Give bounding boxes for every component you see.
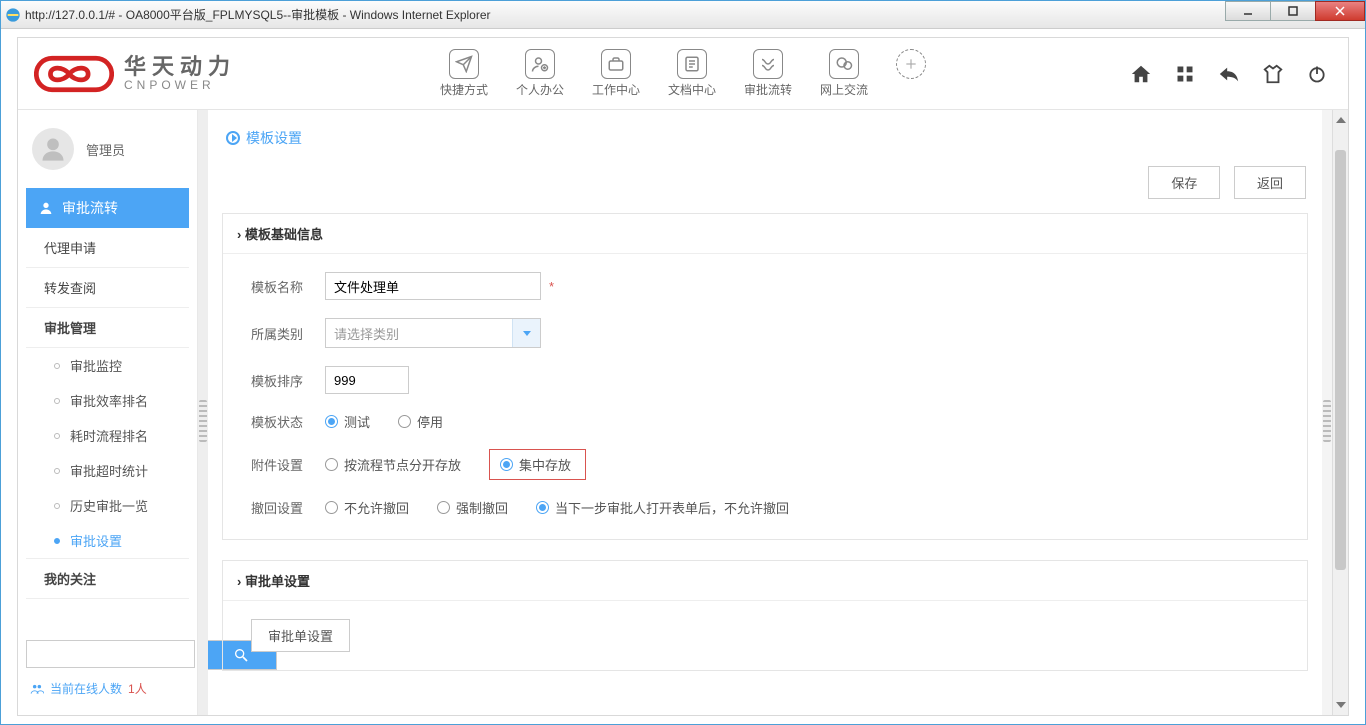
- main-content: 模板设置 保存 返回 › 模板基础信息 模板名称 *: [208, 110, 1322, 715]
- splitter-left[interactable]: [198, 110, 208, 715]
- arrow-icon: [226, 131, 240, 145]
- sub-timeout[interactable]: 审批超时统计: [26, 453, 189, 488]
- sub-eff-rank[interactable]: 审批效率排名: [26, 383, 189, 418]
- sub-monitor[interactable]: 审批监控: [26, 348, 189, 383]
- power-icon[interactable]: [1306, 63, 1328, 85]
- sidebar-item-manage[interactable]: 审批管理: [26, 308, 189, 348]
- ie-favicon: [5, 7, 21, 23]
- nav-add[interactable]: [896, 49, 926, 98]
- panel-form-header[interactable]: › 审批单设置: [223, 561, 1307, 601]
- users-icon: [30, 682, 44, 696]
- user-name: 管理员: [86, 140, 125, 159]
- radio-revoke-force[interactable]: 强制撤回: [437, 498, 508, 517]
- input-order[interactable]: [325, 366, 409, 394]
- module-header[interactable]: 审批流转: [26, 188, 189, 228]
- nav-center: 快捷方式 个人办公 工作中心 文档中心 审批流转 网上交流: [236, 49, 1130, 98]
- browser-window: http://127.0.0.1/# - OA8000平台版_FPLMYSQL5…: [0, 0, 1366, 725]
- home-icon[interactable]: [1130, 63, 1152, 85]
- client-area: 华天动力 CNPOWER 快捷方式 个人办公 工作中心 文档中心 审批流转 网上…: [1, 29, 1365, 724]
- minimize-button[interactable]: [1225, 1, 1271, 21]
- nav-chat[interactable]: 网上交流: [820, 49, 868, 98]
- search-input[interactable]: [26, 640, 195, 668]
- radio-attach-central[interactable]: 集中存放: [489, 449, 586, 480]
- close-button[interactable]: [1315, 1, 1365, 21]
- nav-doc[interactable]: 文档中心: [668, 49, 716, 98]
- panel-basic-info: › 模板基础信息 模板名称 * 所属类别 请选择类别: [222, 213, 1308, 540]
- sub-settings[interactable]: 审批设置: [26, 523, 189, 558]
- window-title: http://127.0.0.1/# - OA8000平台版_FPLMYSQL5…: [25, 6, 1361, 23]
- radio-revoke-forbid[interactable]: 不允许撤回: [325, 498, 409, 517]
- radio-revoke-afteropen[interactable]: 当下一步审批人打开表单后，不允许撤回: [536, 498, 789, 517]
- splitter-right[interactable]: [1322, 110, 1332, 715]
- panel-form-setting: › 审批单设置 审批单设置: [222, 560, 1308, 671]
- label-category: 所属类别: [251, 324, 325, 343]
- nav-personal[interactable]: 个人办公: [516, 49, 564, 98]
- radio-attach-split[interactable]: 按流程节点分开存放: [325, 455, 461, 474]
- label-status: 模板状态: [251, 412, 325, 431]
- input-template-name[interactable]: [325, 272, 541, 300]
- select-category[interactable]: 请选择类别: [325, 318, 541, 348]
- titlebar: http://127.0.0.1/# - OA8000平台版_FPLMYSQL5…: [1, 1, 1365, 29]
- grid-icon[interactable]: [1174, 63, 1196, 85]
- scrollbar[interactable]: [1332, 110, 1348, 715]
- reply-icon[interactable]: [1218, 63, 1240, 85]
- avatar: [32, 128, 74, 170]
- label-order: 模板排序: [251, 371, 325, 390]
- nav-right: [1130, 63, 1328, 85]
- scroll-thumb[interactable]: [1335, 150, 1346, 570]
- nav-work[interactable]: 工作中心: [592, 49, 640, 98]
- page-title: 模板设置: [222, 120, 1308, 162]
- label-attach: 附件设置: [251, 455, 325, 474]
- sidebar-sublist: 审批监控 审批效率排名 耗时流程排名 审批超时统计 历史审批一览 审批设置: [26, 348, 189, 558]
- sidebar-item-forward[interactable]: 转发查阅: [26, 268, 189, 308]
- sidebar-search: [26, 640, 189, 670]
- action-bar: 保存 返回: [222, 162, 1308, 213]
- shirt-icon[interactable]: [1262, 63, 1284, 85]
- sidebar: 管理员 审批流转 代理申请 转发查阅 审批管理 审批监控 审批效率排名 耗时流程…: [18, 110, 198, 715]
- maximize-button[interactable]: [1270, 1, 1316, 21]
- sub-time-rank[interactable]: 耗时流程排名: [26, 418, 189, 453]
- nav-approval[interactable]: 审批流转: [744, 49, 792, 98]
- window-controls: [1226, 1, 1365, 21]
- save-button[interactable]: 保存: [1148, 166, 1220, 199]
- brand-cn: 华天动力: [124, 56, 236, 78]
- panel-basic-header[interactable]: › 模板基础信息: [223, 214, 1307, 254]
- sub-history[interactable]: 历史审批一览: [26, 488, 189, 523]
- logo: 华天动力 CNPOWER: [34, 52, 236, 96]
- label-revoke: 撤回设置: [251, 498, 325, 517]
- chevron-down-icon: [512, 319, 540, 347]
- nav-quick[interactable]: 快捷方式: [440, 49, 488, 98]
- user-block: 管理员: [26, 118, 189, 188]
- label-name: 模板名称: [251, 277, 325, 296]
- logo-mark-icon: [34, 52, 114, 96]
- radio-status-disable[interactable]: 停用: [398, 412, 443, 431]
- online-count: 当前在线人数 1人: [26, 670, 189, 707]
- radio-status-test[interactable]: 测试: [325, 412, 370, 431]
- form-setting-button[interactable]: 审批单设置: [251, 619, 350, 652]
- required-mark: *: [549, 279, 554, 294]
- brand-en: CNPOWER: [124, 78, 236, 92]
- back-button[interactable]: 返回: [1234, 166, 1306, 199]
- scroll-down-icon[interactable]: [1333, 697, 1348, 713]
- sidebar-item-follow[interactable]: 我的关注: [26, 558, 189, 599]
- app-header: 华天动力 CNPOWER 快捷方式 个人办公 工作中心 文档中心 审批流转 网上…: [18, 38, 1348, 110]
- scroll-up-icon[interactable]: [1333, 112, 1348, 128]
- sidebar-item-proxy[interactable]: 代理申请: [26, 228, 189, 268]
